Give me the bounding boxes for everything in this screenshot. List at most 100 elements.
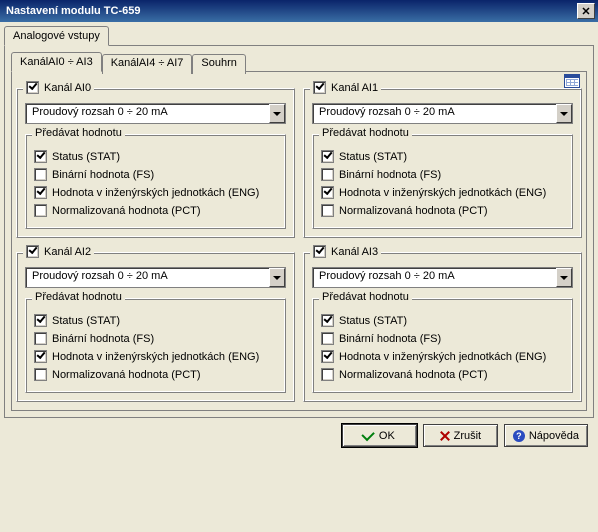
channel-ai0-group: Kanál AI0 Proudový rozsah 0 ÷ 20 mA Před…: [16, 88, 295, 238]
opt-eng-row: Hodnota v inženýrských jednotkách (ENG): [321, 350, 564, 363]
opt-fs-row: Binární hodnota (FS): [321, 332, 564, 345]
opt-eng-checkbox[interactable]: [321, 186, 334, 199]
opt-eng-label: Hodnota v inženýrských jednotkách (ENG): [52, 351, 259, 363]
channel-ai1-group: Kanál AI1 Proudový rozsah 0 ÷ 20 mA Před…: [303, 88, 582, 238]
channel-ai1-enable-checkbox[interactable]: [313, 81, 326, 94]
channels-grid: Kanál AI0 Proudový rozsah 0 ÷ 20 mA Před…: [16, 82, 582, 402]
opt-fs-row: Binární hodnota (FS): [34, 332, 277, 345]
channel-ai2-range-select[interactable]: Proudový rozsah 0 ÷ 20 mA: [25, 267, 286, 288]
channel-ai3-legend: Kanál AI3: [310, 245, 381, 258]
opt-pct-checkbox[interactable]: [321, 204, 334, 217]
opt-fs-row: Binární hodnota (FS): [321, 168, 564, 181]
opt-fs-label: Binární hodnota (FS): [52, 169, 154, 181]
tab-channels-0-3[interactable]: KanálAI0 ÷ AI3: [11, 52, 102, 72]
ok-button[interactable]: OK: [342, 424, 417, 447]
channel-ai2-title: Kanál AI2: [44, 246, 91, 258]
opt-eng-label: Hodnota v inženýrských jednotkách (ENG): [52, 187, 259, 199]
chevron-down-icon: [269, 268, 285, 287]
opt-eng-row: Hodnota v inženýrských jednotkách (ENG): [321, 186, 564, 199]
channel-ai2-group: Kanál AI2 Proudový rozsah 0 ÷ 20 mA Před…: [16, 252, 295, 402]
chevron-down-icon: [556, 268, 572, 287]
outer-tab-panel: KanálAI0 ÷ AI3 KanálAI4 ÷ AI7 Souhrn Kan…: [4, 45, 594, 418]
inner-tab-strip: KanálAI0 ÷ AI3 KanálAI4 ÷ AI7 Souhrn: [11, 52, 587, 72]
opt-stat-row: Status (STAT): [321, 150, 564, 163]
opt-pct-label: Normalizovaná hodnota (PCT): [52, 205, 201, 217]
opt-eng-row: Hodnota v inženýrských jednotkách (ENG): [34, 350, 277, 363]
opt-stat-checkbox[interactable]: [321, 150, 334, 163]
opt-stat-checkbox[interactable]: [34, 150, 47, 163]
calendar-icon[interactable]: [564, 74, 580, 88]
channel-ai0-range-select[interactable]: Proudový rozsah 0 ÷ 20 mA: [25, 103, 286, 124]
channel-ai3-range-select[interactable]: Proudový rozsah 0 ÷ 20 mA: [312, 267, 573, 288]
outer-tab-strip: Analogové vstupy: [4, 26, 594, 46]
chevron-down-icon: [556, 104, 572, 123]
cancel-label: Zrušit: [454, 430, 482, 442]
channel-ai3-enable-checkbox[interactable]: [313, 245, 326, 258]
opt-pct-label: Normalizovaná hodnota (PCT): [339, 369, 488, 381]
opt-stat-label: Status (STAT): [339, 315, 407, 327]
channel-ai2-pass-values: Předávat hodnotu Status (STAT) Binární h…: [25, 298, 286, 393]
help-label: Nápověda: [529, 430, 579, 442]
dropdown-value: Proudový rozsah 0 ÷ 20 mA: [313, 268, 556, 287]
opt-stat-row: Status (STAT): [34, 314, 277, 327]
channel-ai0-legend: Kanál AI0: [23, 81, 94, 94]
opt-fs-checkbox[interactable]: [321, 168, 334, 181]
group-legend: Předávat hodnotu: [319, 127, 412, 139]
opt-pct-row: Normalizovaná hodnota (PCT): [34, 368, 277, 381]
titlebar: Nastavení modulu TC-659 ✕: [0, 0, 598, 22]
window-body: Analogové vstupy KanálAI0 ÷ AI3 KanálAI4…: [0, 22, 598, 453]
help-button[interactable]: ? Nápověda: [504, 424, 588, 447]
opt-fs-checkbox[interactable]: [34, 332, 47, 345]
opt-stat-checkbox[interactable]: [34, 314, 47, 327]
ok-label: OK: [379, 430, 395, 442]
dropdown-value: Proudový rozsah 0 ÷ 20 mA: [313, 104, 556, 123]
opt-fs-label: Binární hodnota (FS): [339, 333, 441, 345]
opt-pct-label: Normalizovaná hodnota (PCT): [339, 205, 488, 217]
x-icon: [440, 431, 450, 441]
close-button[interactable]: ✕: [577, 3, 595, 19]
channel-ai1-pass-values: Předávat hodnotu Status (STAT) Binární h…: [312, 134, 573, 229]
tab-label: Souhrn: [201, 57, 236, 69]
channel-ai1-title: Kanál AI1: [331, 82, 378, 94]
dropdown-value: Proudový rozsah 0 ÷ 20 mA: [26, 268, 269, 287]
opt-eng-checkbox[interactable]: [34, 186, 47, 199]
help-icon: ?: [513, 430, 525, 442]
channel-ai0-title: Kanál AI0: [44, 82, 91, 94]
opt-pct-checkbox[interactable]: [34, 368, 47, 381]
opt-fs-checkbox[interactable]: [321, 332, 334, 345]
opt-eng-checkbox[interactable]: [34, 350, 47, 363]
dialog-buttons: OK Zrušit ? Nápověda: [4, 418, 594, 449]
opt-pct-row: Normalizovaná hodnota (PCT): [321, 368, 564, 381]
opt-fs-checkbox[interactable]: [34, 168, 47, 181]
tab-channels-4-7[interactable]: KanálAI4 ÷ AI7: [102, 54, 193, 74]
dropdown-value: Proudový rozsah 0 ÷ 20 mA: [26, 104, 269, 123]
channel-ai3-title: Kanál AI3: [331, 246, 378, 258]
opt-eng-label: Hodnota v inženýrských jednotkách (ENG): [339, 187, 546, 199]
window-title: Nastavení modulu TC-659: [6, 5, 577, 17]
opt-stat-row: Status (STAT): [321, 314, 564, 327]
channel-ai0-enable-checkbox[interactable]: [26, 81, 39, 94]
opt-pct-label: Normalizovaná hodnota (PCT): [52, 369, 201, 381]
channel-ai3-pass-values: Předávat hodnotu Status (STAT) Binární h…: [312, 298, 573, 393]
opt-stat-label: Status (STAT): [339, 151, 407, 163]
tab-label: Analogové vstupy: [13, 30, 100, 42]
opt-eng-row: Hodnota v inženýrských jednotkách (ENG): [34, 186, 277, 199]
channel-ai1-legend: Kanál AI1: [310, 81, 381, 94]
channel-ai1-range-select[interactable]: Proudový rozsah 0 ÷ 20 mA: [312, 103, 573, 124]
opt-fs-row: Binární hodnota (FS): [34, 168, 277, 181]
group-legend: Předávat hodnotu: [319, 291, 412, 303]
tab-analog-inputs[interactable]: Analogové vstupy: [4, 26, 109, 46]
inner-tab-panel: Kanál AI0 Proudový rozsah 0 ÷ 20 mA Před…: [11, 71, 587, 411]
cancel-button[interactable]: Zrušit: [423, 424, 498, 447]
channel-ai2-enable-checkbox[interactable]: [26, 245, 39, 258]
opt-fs-label: Binární hodnota (FS): [52, 333, 154, 345]
group-legend: Předávat hodnotu: [32, 291, 125, 303]
opt-stat-checkbox[interactable]: [321, 314, 334, 327]
tab-label: KanálAI0 ÷ AI3: [20, 56, 93, 68]
opt-pct-checkbox[interactable]: [321, 368, 334, 381]
opt-eng-checkbox[interactable]: [321, 350, 334, 363]
channel-ai0-pass-values: Předávat hodnotu Status (STAT) Binární h…: [25, 134, 286, 229]
opt-pct-row: Normalizovaná hodnota (PCT): [321, 204, 564, 217]
opt-pct-checkbox[interactable]: [34, 204, 47, 217]
tab-summary[interactable]: Souhrn: [192, 54, 245, 74]
